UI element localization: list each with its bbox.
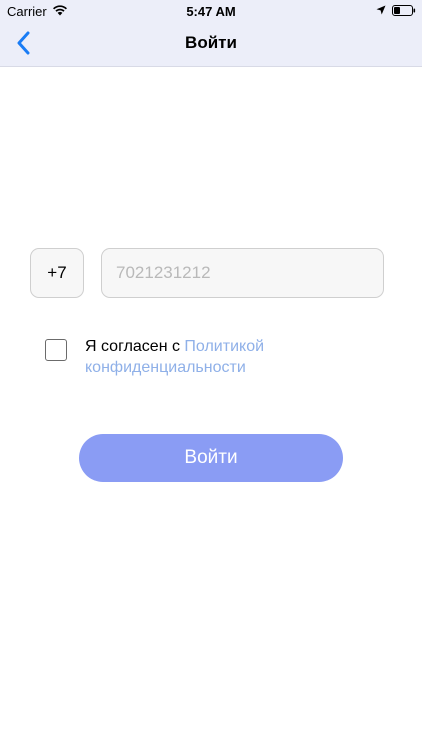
country-code-label: +7 [47, 263, 67, 282]
country-code-selector[interactable]: +7 [30, 248, 84, 298]
phone-input[interactable] [101, 248, 384, 298]
battery-icon [392, 5, 416, 16]
login-button-label: Войти [184, 447, 238, 468]
header: Carrier 5:47 AM Войти [0, 0, 422, 67]
login-screen: Carrier 5:47 AM Войти +7 7021231212 Я со… [0, 0, 422, 750]
status-bar: Carrier 5:47 AM [0, 0, 422, 22]
agree-checkbox[interactable] [45, 339, 67, 361]
login-button[interactable]: Войти [79, 434, 343, 482]
agreement-label: Я согласен с [85, 338, 185, 355]
page-title: Войти [185, 33, 237, 52]
nav-bar: Войти [0, 22, 422, 66]
clock: 5:47 AM [186, 4, 236, 19]
agreement-text: Я согласен с Политикой конфиденциальност… [85, 336, 345, 378]
location-icon [376, 5, 386, 15]
